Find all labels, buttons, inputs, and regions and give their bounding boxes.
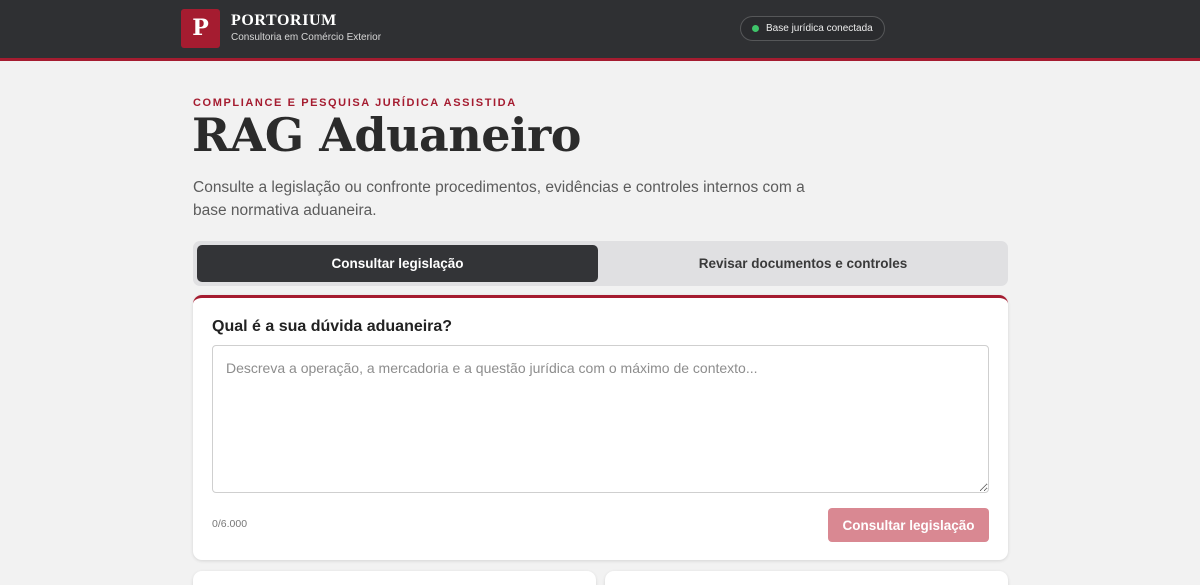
page-title: RAG Aduaneiro	[192, 108, 581, 162]
consultar-legislacao-button[interactable]: Consultar legislação	[828, 508, 989, 542]
brand-subtitle: Consultoria em Comércio Exterior	[231, 32, 382, 43]
lower-card-right	[605, 571, 1008, 585]
header-accent-line	[0, 58, 1200, 61]
connection-status-text: Base jurídica conectada	[766, 23, 873, 34]
question-card: Qual é a sua dúvida aduaneira? 0/6.000 C…	[193, 295, 1008, 560]
status-dot-icon	[752, 25, 759, 32]
portorium-logo[interactable]: P	[181, 9, 220, 48]
header-background	[0, 0, 1200, 58]
brand-name[interactable]: PORTORIUM	[231, 12, 337, 30]
question-textarea[interactable]	[212, 345, 989, 493]
tab-revisar-documentos[interactable]: Revisar documentos e controles	[602, 245, 1004, 282]
page-description: Consulte a legislação ou confronte proce…	[193, 179, 805, 219]
character-counter: 0/6.000	[212, 518, 248, 530]
connection-status-badge: Base jurídica conectada	[740, 16, 885, 41]
mode-tabs: Consultar legislação Revisar documentos …	[193, 241, 1008, 286]
tab-consultar-legislacao[interactable]: Consultar legislação	[197, 245, 598, 282]
question-label: Qual é a sua dúvida aduaneira?	[212, 318, 453, 335]
lower-card-left	[193, 571, 596, 585]
